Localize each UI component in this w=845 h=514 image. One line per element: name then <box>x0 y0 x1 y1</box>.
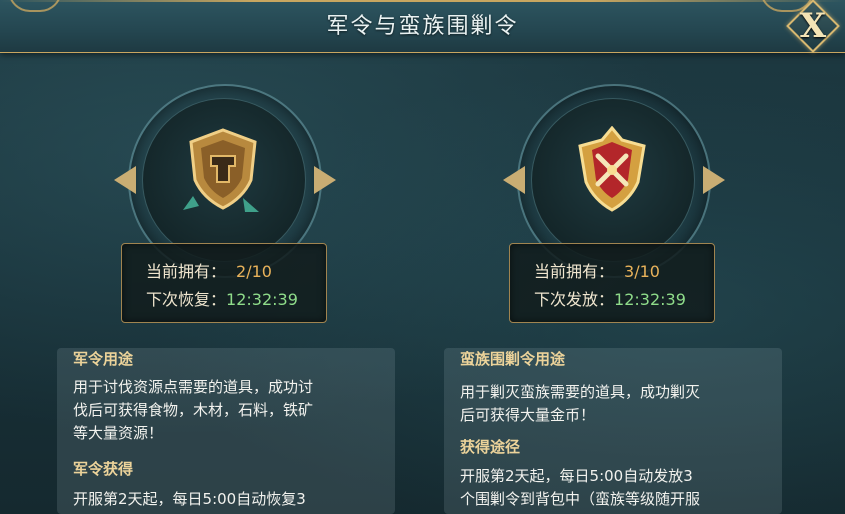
usage-text: 用于剿灭蛮族需要的道具，成功剿灭 后可获得大量金币！ <box>460 381 780 427</box>
next-recover-timer: 12:32:39 <box>226 290 298 309</box>
barbarian-order-stats: 当前拥有： 3/10 下次发放：12:32:39 <box>509 243 715 323</box>
obtain-title: 军令获得 <box>73 460 134 478</box>
close-button[interactable]: X <box>786 0 840 53</box>
usage-title: 军令用途 <box>73 350 134 368</box>
next-recover-label: 下次恢复： <box>146 290 227 309</box>
owned-label: 当前拥有： <box>534 262 615 281</box>
page-title: 军令与蛮族围剿令 <box>326 14 519 39</box>
ring-arrow-right-icon <box>703 166 725 194</box>
obtain-text: 开服第2天起，每日5:00自动恢复3 <box>73 488 393 511</box>
military-order-info-panel: 军令用途 用于讨伐资源点需要的道具，成功讨 伐后可获得食物，木材，石料，铁矿 等… <box>57 348 395 514</box>
obtain-line: 个围剿令到背包中（蛮族等级随开服 <box>460 490 701 508</box>
obtain-line: 开服第2天起，每日5:00自动恢复3 <box>73 490 306 508</box>
usage-line: 后可获得大量金币！ <box>460 406 596 424</box>
ring-arrow-left-icon <box>503 166 525 194</box>
owned-label: 当前拥有： <box>146 262 227 281</box>
owned-value: 3/10 <box>624 262 660 281</box>
next-recover-row: 下次恢复：12:32:39 <box>146 286 298 310</box>
red-gold-badge-icon <box>578 126 646 212</box>
usage-line: 等大量资源！ <box>73 424 164 442</box>
usage-line: 伐后可获得食物，木材，石料，铁矿 <box>73 401 314 419</box>
owned-row: 当前拥有： 3/10 <box>534 258 660 282</box>
close-icon: X <box>799 6 827 46</box>
ring-arrow-right-icon <box>314 166 336 194</box>
usage-title: 蛮族围剿令用途 <box>460 350 566 368</box>
usage-line: 用于剿灭蛮族需要的道具，成功剿灭 <box>460 383 701 401</box>
military-order-stats: 当前拥有： 2/10 下次恢复：12:32:39 <box>121 243 327 323</box>
obtain-line: 开服第2天起，每日5:00自动发放3 <box>460 467 693 485</box>
barbarian-order-info-panel: 蛮族围剿令用途 用于剿灭蛮族需要的道具，成功剿灭 后可获得大量金币！ 获得途径 … <box>444 348 782 514</box>
next-issue-label: 下次发放： <box>534 290 615 309</box>
owned-row: 当前拥有： 2/10 <box>146 258 272 282</box>
obtain-text: 开服第2天起，每日5:00自动发放3 个围剿令到背包中（蛮族等级随开服 <box>460 465 780 511</box>
next-issue-row: 下次发放：12:32:39 <box>534 286 686 310</box>
shield-token-icon <box>183 128 259 212</box>
next-issue-timer: 12:32:39 <box>614 290 686 309</box>
obtain-title: 获得途径 <box>460 438 521 456</box>
usage-line: 用于讨伐资源点需要的道具，成功讨 <box>73 378 314 396</box>
usage-text: 用于讨伐资源点需要的道具，成功讨 伐后可获得食物，木材，石料，铁矿 等大量资源！ <box>73 376 393 445</box>
owned-value: 2/10 <box>236 262 272 281</box>
title-bar: 军令与蛮族围剿令 <box>0 0 845 53</box>
ring-arrow-left-icon <box>114 166 136 194</box>
